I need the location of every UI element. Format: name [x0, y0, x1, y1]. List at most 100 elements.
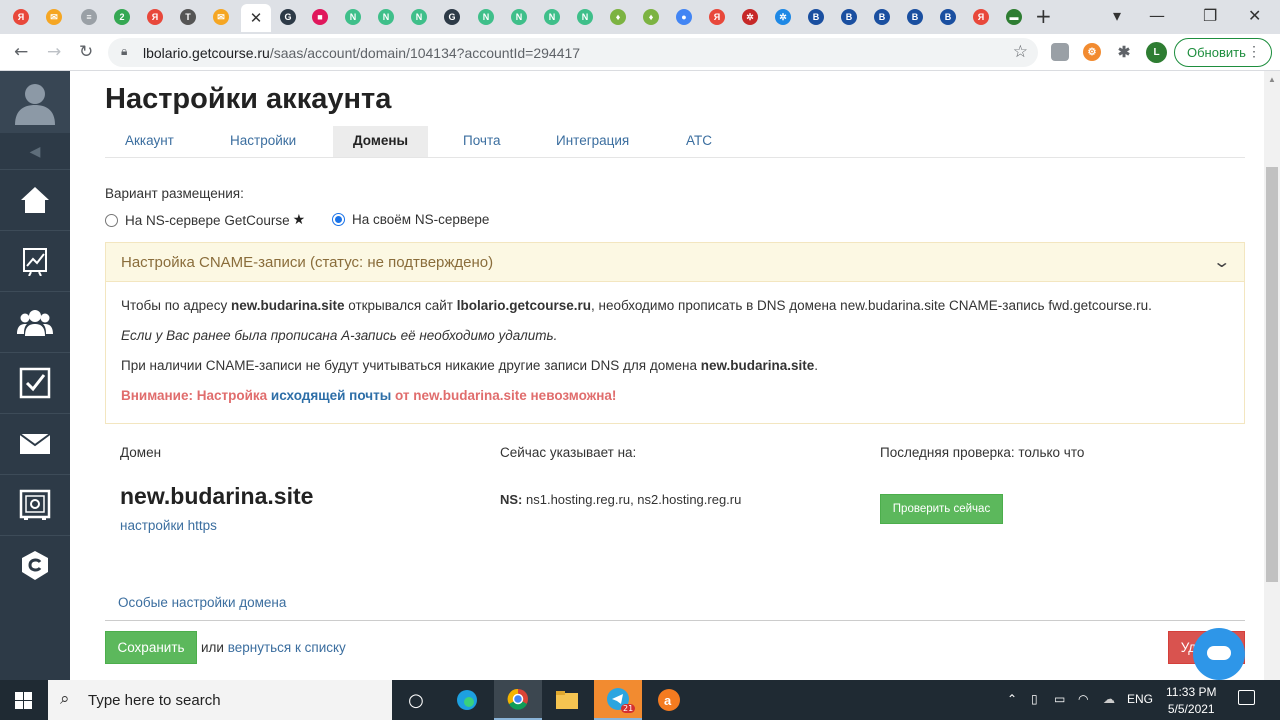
browser-tab[interactable]: Я: [9, 6, 33, 28]
chart-icon[interactable]: [0, 230, 70, 291]
doc-icon: ≡: [81, 9, 97, 25]
user-avatar[interactable]: [0, 71, 70, 133]
browser-tab[interactable]: G: [276, 6, 300, 28]
tab-account[interactable]: Аккаунт: [105, 126, 194, 157]
safe-icon[interactable]: [0, 474, 70, 535]
https-settings-link[interactable]: настройки https: [120, 518, 217, 533]
scroll-up-icon[interactable]: ▲: [1268, 75, 1276, 84]
browser-tab[interactable]: Я: [969, 6, 993, 28]
tray-device-icon[interactable]: ▯: [1031, 692, 1038, 706]
browser-tab[interactable]: N: [407, 6, 431, 28]
browser-tab[interactable]: ✉: [42, 6, 66, 28]
task-view-icon[interactable]: ○: [392, 680, 440, 720]
cname-panel-header[interactable]: Настройка CNAME-записи (статус: не подтв…: [106, 243, 1244, 282]
browser-tab[interactable]: ●: [672, 6, 696, 28]
browser-tab[interactable]: ♦: [639, 6, 663, 28]
radio-circle-selected[interactable]: [332, 213, 345, 226]
browser-tab[interactable]: N: [374, 6, 398, 28]
radio-circle[interactable]: [105, 213, 118, 227]
menu-dots-icon[interactable]: ⋮: [1247, 43, 1261, 60]
language-indicator[interactable]: ENG: [1127, 692, 1153, 706]
chevron-down-icon[interactable]: ⌄: [1212, 252, 1231, 271]
tray-chevron-icon[interactable]: ⌃: [1007, 692, 1017, 706]
chat-widget-icon[interactable]: [1193, 628, 1245, 680]
getcourse-logo-icon[interactable]: [0, 535, 70, 596]
envelope-icon[interactable]: [0, 413, 70, 474]
system-clock[interactable]: 11:33 PM 5/5/2021: [1166, 684, 1216, 718]
tab-integration[interactable]: Интеграция: [536, 126, 649, 157]
page-scrollbar[interactable]: ▲: [1264, 71, 1280, 680]
shield-extension-icon[interactable]: [1051, 43, 1069, 61]
checkbox-tasks-icon[interactable]: [0, 352, 70, 413]
browser-tab[interactable]: ■: [308, 6, 332, 28]
browser-tab[interactable]: N: [540, 6, 564, 28]
browser-tab-strip: Я ✉ ≡ 2 Я T ✉ ✕ G ■ N N N G N N N N ♦ ♦ ● Я ✲ ✲ B B B B B Я ▬ + ▾ — ❐ ✕: [0, 0, 1280, 34]
browser-tab[interactable]: N: [341, 6, 365, 28]
profile-avatar[interactable]: L: [1146, 42, 1167, 63]
file-explorer-icon[interactable]: [543, 680, 591, 720]
browser-tab[interactable]: ♦: [606, 6, 630, 28]
onedrive-icon[interactable]: ☁: [1103, 692, 1115, 706]
tab-search-icon[interactable]: ▾: [1113, 6, 1121, 25]
update-chrome-button[interactable]: Обновить ⋮: [1174, 38, 1272, 67]
edge-icon[interactable]: [443, 680, 491, 720]
reload-icon[interactable]: ↻: [79, 42, 93, 62]
home-icon[interactable]: [0, 169, 70, 230]
tab-mail[interactable]: Почта: [443, 126, 521, 157]
wifi-icon[interactable]: ◠: [1078, 692, 1088, 706]
browser-tab[interactable]: N: [573, 6, 597, 28]
browser-tab[interactable]: T: [176, 6, 200, 28]
back-to-list-link[interactable]: вернуться к списку: [228, 640, 346, 655]
cname-panel: Настройка CNAME-записи (статус: не подтв…: [105, 242, 1245, 424]
left-sidebar: ◀: [0, 71, 70, 680]
browser-tab[interactable]: ≡: [77, 6, 101, 28]
browser-tab[interactable]: Я: [143, 6, 167, 28]
notification-icon[interactable]: [1238, 690, 1255, 705]
browser-tab[interactable]: 2: [110, 6, 134, 28]
check-now-button[interactable]: Проверить сейчас: [880, 494, 1003, 524]
browser-tab[interactable]: ✲: [771, 6, 795, 28]
back-arrow-icon[interactable]: ←: [14, 42, 28, 62]
browser-tab[interactable]: N: [474, 6, 498, 28]
close-window-icon[interactable]: ✕: [1248, 6, 1261, 25]
browser-tab[interactable]: ✉: [209, 6, 233, 28]
bookmark-star-icon[interactable]: ☆: [1013, 42, 1028, 62]
special-domain-settings-link[interactable]: Особые настройки домена: [118, 595, 286, 610]
browser-tab[interactable]: ✲: [738, 6, 762, 28]
puzzle-extensions-icon[interactable]: ✱: [1115, 43, 1133, 61]
avast-icon[interactable]: a: [645, 680, 693, 720]
restore-icon[interactable]: ❐: [1203, 6, 1217, 25]
forward-arrow-icon[interactable]: →: [47, 42, 61, 62]
browser-tab[interactable]: B: [903, 6, 927, 28]
new-tab-plus-icon[interactable]: +: [1035, 4, 1052, 28]
extension-icon[interactable]: ⚙: [1083, 43, 1101, 61]
tab-settings[interactable]: Настройки: [210, 126, 316, 157]
browser-tab[interactable]: B: [870, 6, 894, 28]
save-button[interactable]: Сохранить: [105, 631, 197, 664]
browser-tab[interactable]: Я: [705, 6, 729, 28]
users-icon[interactable]: [0, 291, 70, 352]
browser-tab[interactable]: B: [837, 6, 861, 28]
windows-start-icon[interactable]: [15, 692, 32, 709]
taskbar-search[interactable]: ⌕ Type here to search: [48, 680, 392, 720]
chrome-icon[interactable]: [494, 680, 542, 720]
active-tab-close-icon[interactable]: ✕: [241, 4, 271, 32]
url-text[interactable]: lbolario.getcourse.ru/saas/account/domai…: [143, 45, 580, 61]
telegram-icon[interactable]: 21: [594, 680, 642, 720]
browser-tab[interactable]: B: [804, 6, 828, 28]
n-icon: N: [378, 9, 394, 25]
browser-tab[interactable]: B: [936, 6, 960, 28]
megaphone-icon[interactable]: ◀: [0, 133, 70, 169]
minimize-icon[interactable]: —: [1149, 6, 1165, 25]
address-bar[interactable]: 🔒︎ lbolario.getcourse.ru/saas/account/do…: [108, 38, 1038, 67]
scrollbar-thumb[interactable]: [1266, 167, 1278, 582]
battery-icon[interactable]: ▭: [1054, 692, 1065, 706]
browser-tab[interactable]: G: [440, 6, 464, 28]
browser-tab[interactable]: N: [507, 6, 531, 28]
tab-pbx[interactable]: АТС: [666, 126, 732, 157]
outgoing-mail-link[interactable]: исходящей почты: [271, 388, 391, 403]
browser-tab[interactable]: ▬: [1002, 6, 1026, 28]
radio-getcourse-ns[interactable]: На NS-сервере GetCourse ★: [105, 212, 305, 228]
tab-domains[interactable]: Домены: [333, 126, 429, 157]
radio-own-ns[interactable]: На своём NS-сервере: [332, 212, 489, 227]
